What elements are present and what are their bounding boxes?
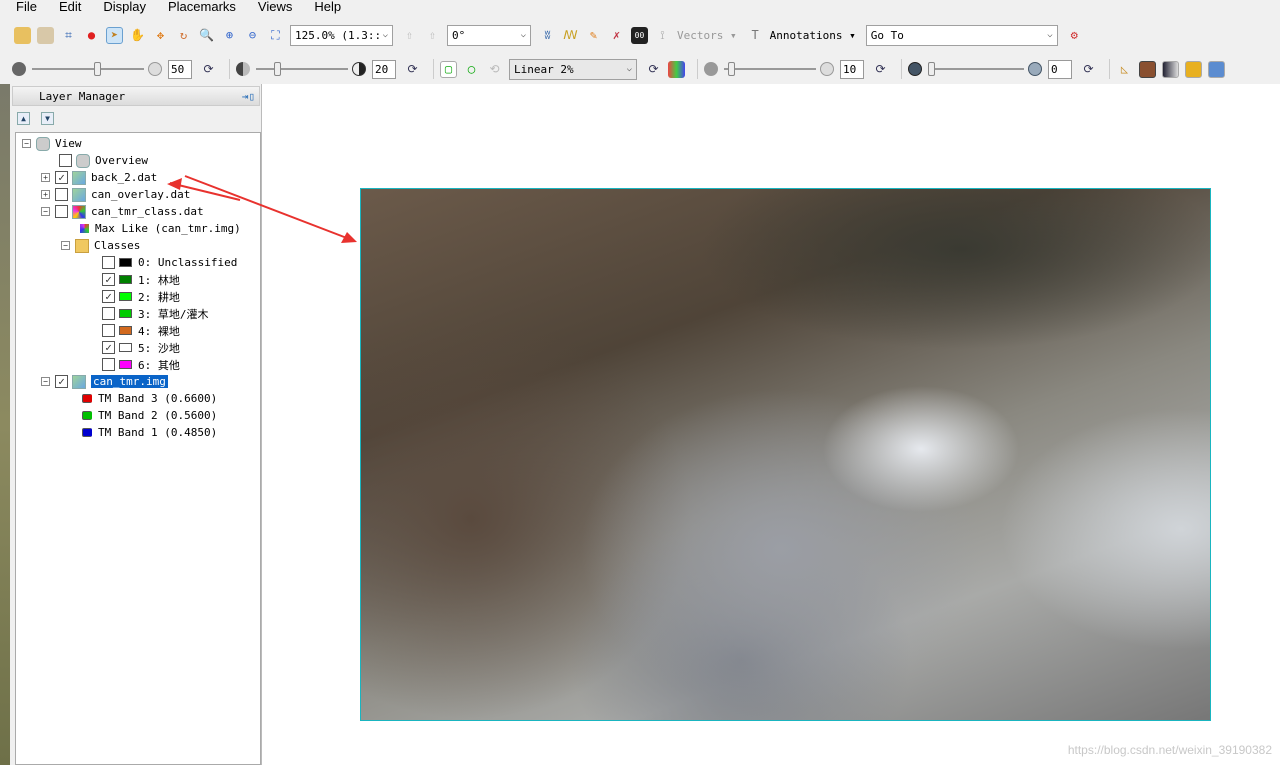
watermark: https://blog.csdn.net/weixin_39190382 (1067, 743, 1272, 757)
annotation-arrow (167, 175, 357, 243)
